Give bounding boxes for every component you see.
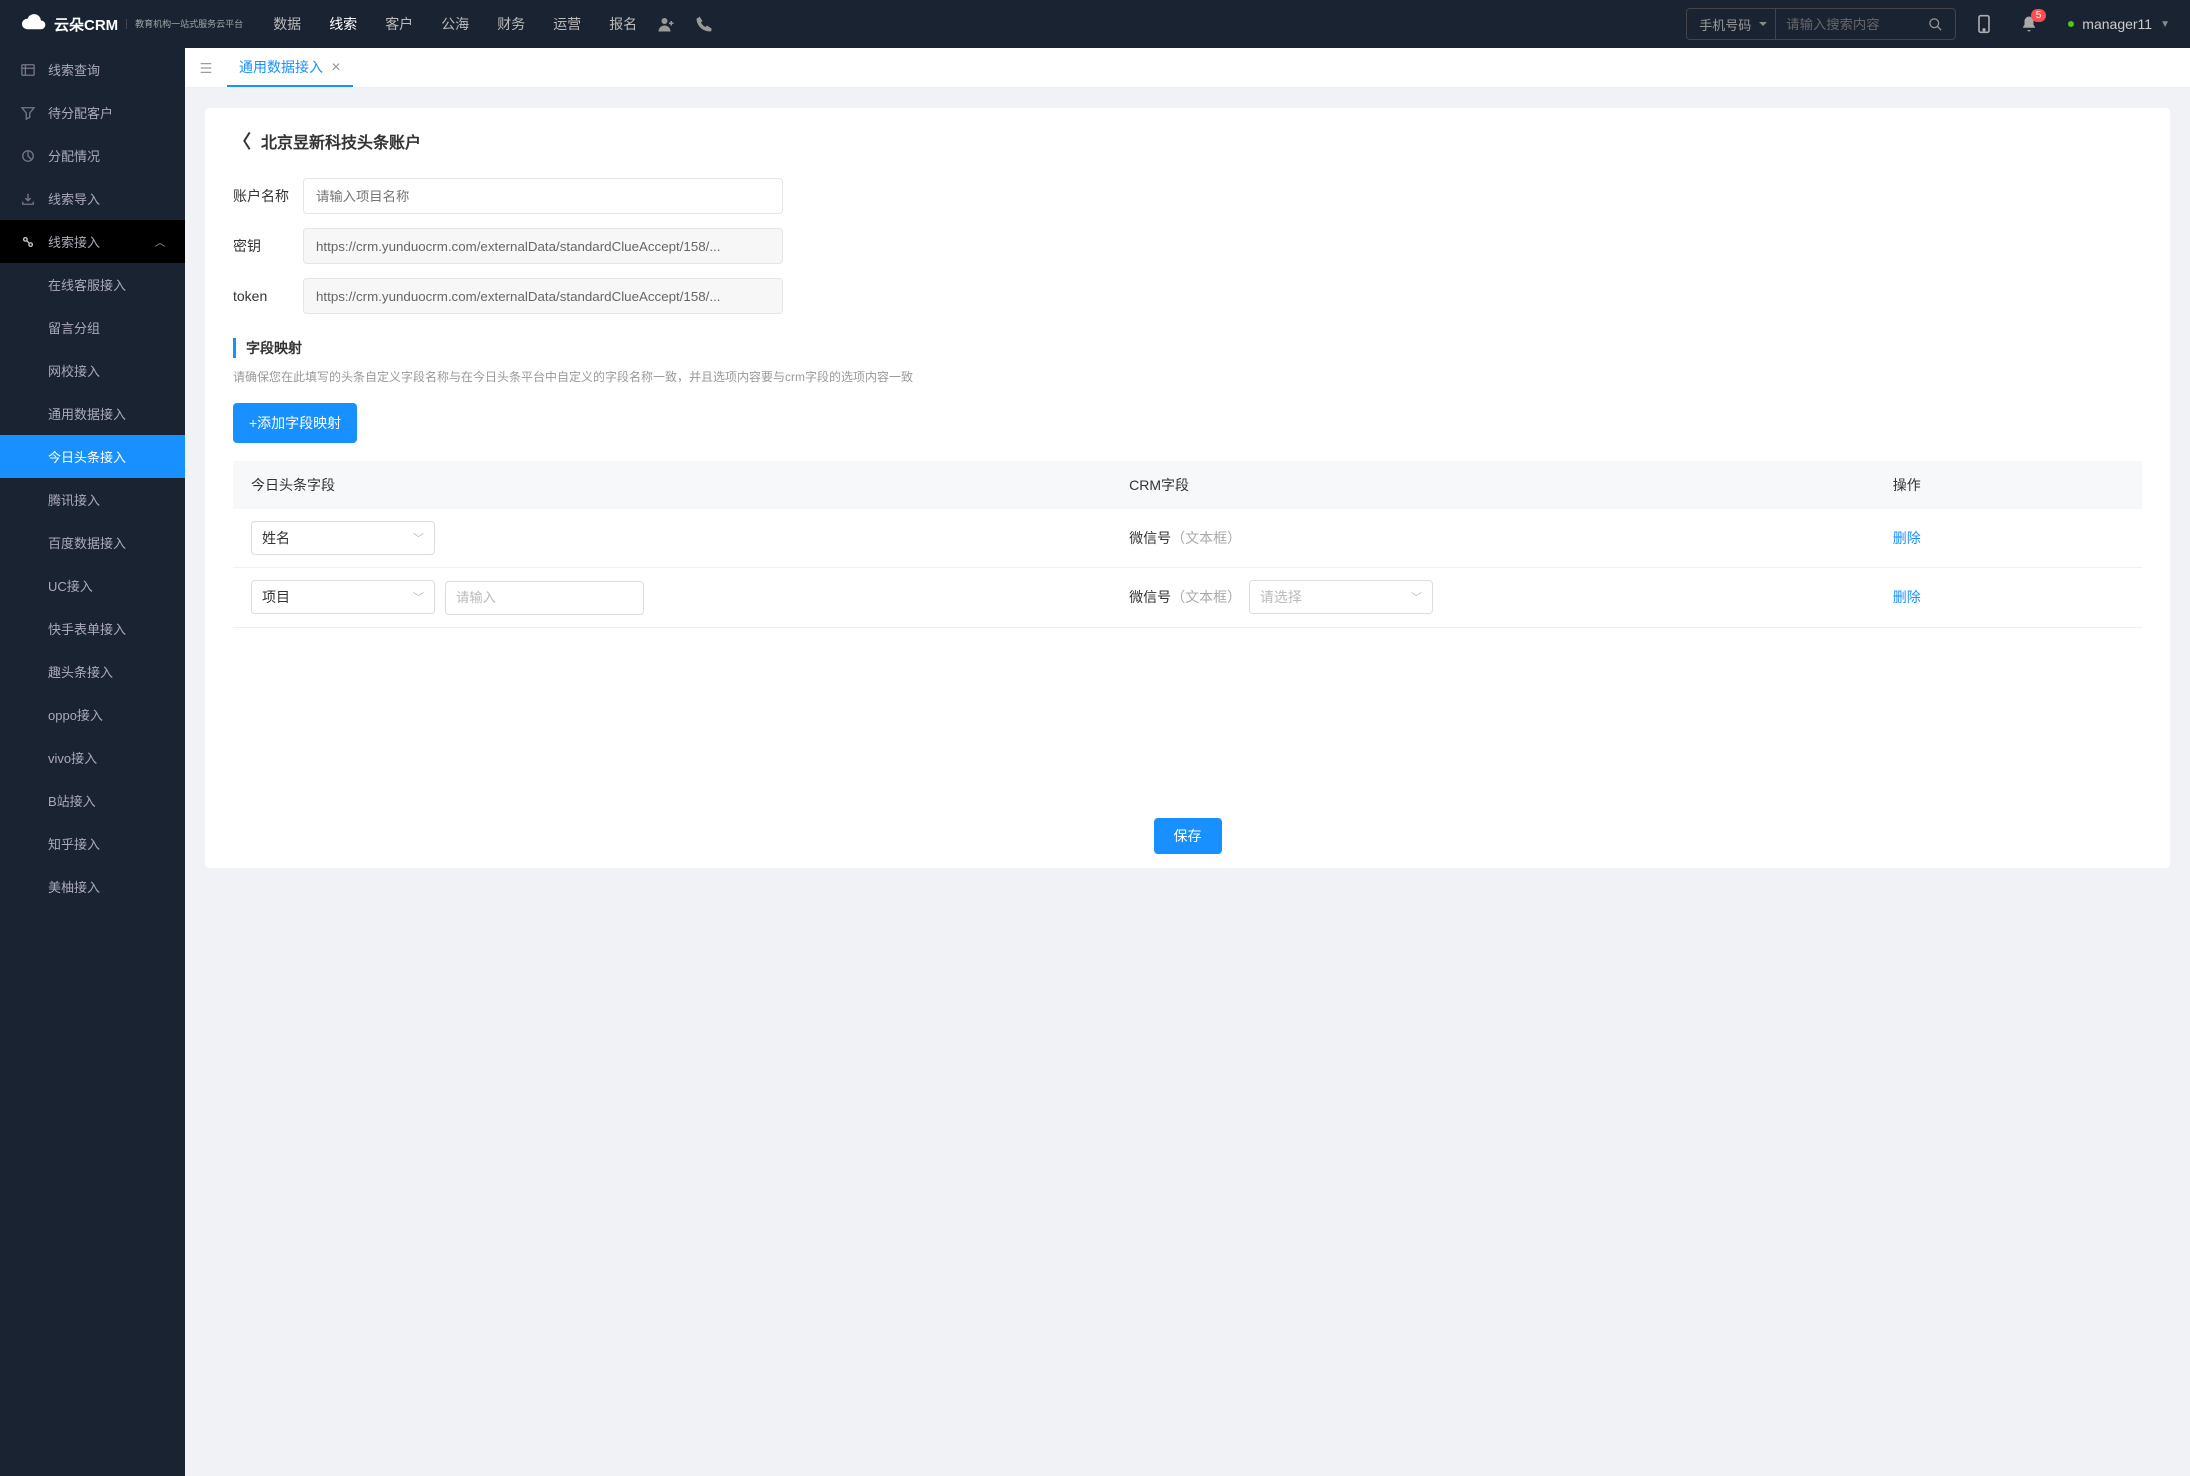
back-button[interactable]: 〈 北京昱新科技头条账户 [233,128,2142,154]
page-title: 北京昱新科技头条账户 [261,129,421,153]
secret-input[interactable] [303,228,783,264]
tab-label: 通用数据接入 [239,57,323,77]
logo-subtitle: 教育机构一站式服务云平台 [126,19,243,30]
sidebar-sub-7[interactable]: UC接入 [0,564,185,607]
account-name-label: 账户名称 [233,186,303,206]
plug-icon [20,235,36,249]
pie-icon [20,149,36,163]
sidebar-sub-10[interactable]: oppo接入 [0,693,185,736]
user-add-icon[interactable] [657,15,675,33]
crm-field-type: （文本框） [1171,589,1241,605]
col-crm: CRM字段 [1111,461,1875,509]
sidebar-sub-13[interactable]: 知乎接入 [0,822,185,865]
account-name-input[interactable] [303,178,783,214]
nav-item-4[interactable]: 财务 [497,10,525,38]
tab-general-data-access[interactable]: 通用数据接入 ✕ [227,48,353,87]
sidebar-sub-12[interactable]: B站接入 [0,779,185,822]
status-dot-icon [2068,21,2074,27]
sidebar-item-1[interactable]: 待分配客户 [0,91,185,134]
chevron-down-icon: ﹀ [1411,589,1422,605]
delete-row-link[interactable]: 删除 [1893,589,1921,605]
crm-field-select[interactable]: 请选择﹀ [1249,580,1433,614]
nav-item-3[interactable]: 公海 [441,10,469,38]
import-icon [20,192,36,206]
table-row: 项目﹀ 微信号（文本框） 请选择﹀ 删除 [233,568,2142,628]
nav-item-2[interactable]: 客户 [385,10,413,38]
chevron-down-icon: ▼ [2160,19,2170,30]
chevron-up-icon: ︿ [155,234,165,249]
nav-item-1[interactable]: 线索 [329,10,357,38]
username: manager11 [2082,16,2152,32]
token-input[interactable] [303,278,783,314]
sidebar-sub-4[interactable]: 今日头条接入 [0,435,185,478]
toutiao-extra-input[interactable] [445,581,644,615]
notification-badge: 5 [2031,9,2047,22]
crm-field-type: （文本框） [1171,530,1241,546]
mapping-hint: 请确保您在此填写的头条自定义字段名称与在今日头条平台中自定义的字段名称一致，并且… [233,368,2142,385]
logo-text: 云朵CRM [54,14,118,35]
filter-icon [20,106,36,120]
mapping-section-header: 字段映射 [233,338,2142,358]
sidebar-sub-14[interactable]: 美柚接入 [0,865,185,908]
add-mapping-button[interactable]: +添加字段映射 [233,403,357,443]
phone-icon[interactable] [695,15,713,33]
sidebar-item-2[interactable]: 分配情况 [0,134,185,177]
close-tab-icon[interactable]: ✕ [331,60,341,74]
collapse-tabs-icon[interactable] [199,61,213,75]
token-label: token [233,288,303,304]
search-input[interactable] [1776,17,1916,32]
sidebar-item-label: 线索接入 [48,232,100,251]
mobile-icon[interactable] [1976,14,1992,34]
notification-bell[interactable]: 5 [2020,15,2038,33]
chevron-down-icon: ﹀ [413,589,424,605]
sidebar-sub-0[interactable]: 在线客服接入 [0,263,185,306]
table-row: 姓名﹀ 微信号（文本框） 删除 [233,509,2142,568]
toutiao-field-select[interactable]: 姓名﹀ [251,521,435,555]
sidebar-item-label: 线索查询 [48,60,100,79]
sidebar-sub-3[interactable]: 通用数据接入 [0,392,185,435]
col-toutiao: 今日头条字段 [233,461,1111,509]
sidebar-item-label: 分配情况 [48,146,100,165]
crm-field-label: 微信号 [1129,530,1171,546]
delete-row-link[interactable]: 删除 [1893,530,1921,546]
list-icon [20,63,36,77]
search-box: 手机号码 [1686,8,1956,40]
sidebar-sub-11[interactable]: vivo接入 [0,736,185,779]
sidebar-sub-6[interactable]: 百度数据接入 [0,521,185,564]
cloud-logo-icon [20,10,48,38]
save-button[interactable]: 保存 [1154,818,1222,854]
nav-item-6[interactable]: 报名 [609,10,637,38]
sidebar-sub-5[interactable]: 腾讯接入 [0,478,185,521]
crm-field-label: 微信号 [1129,589,1171,605]
sidebar-sub-9[interactable]: 趣头条接入 [0,650,185,693]
secret-label: 密钥 [233,236,303,256]
sidebar-item-label: 待分配客户 [48,103,113,122]
search-button[interactable] [1916,17,1955,32]
nav-item-5[interactable]: 运营 [553,10,581,38]
logo: 云朵CRM 教育机构一站式服务云平台 [20,10,243,38]
toutiao-field-select[interactable]: 项目﹀ [251,580,435,614]
sidebar-sub-1[interactable]: 留言分组 [0,306,185,349]
sidebar-item-0[interactable]: 线索查询 [0,48,185,91]
sidebar-item-3[interactable]: 线索导入 [0,177,185,220]
user-menu[interactable]: manager11 ▼ [2068,16,2170,32]
sidebar-sub-2[interactable]: 网校接入 [0,349,185,392]
sidebar-sub-8[interactable]: 快手表单接入 [0,607,185,650]
sidebar-item-access[interactable]: 线索接入 ︿ [0,220,185,263]
col-op: 操作 [1875,461,2142,509]
nav-item-0[interactable]: 数据 [273,10,301,38]
chevron-down-icon: ﹀ [413,530,424,546]
search-type-select[interactable]: 手机号码 [1687,9,1776,39]
chevron-left-icon: 〈 [233,128,251,154]
sidebar-item-label: 线索导入 [48,189,100,208]
